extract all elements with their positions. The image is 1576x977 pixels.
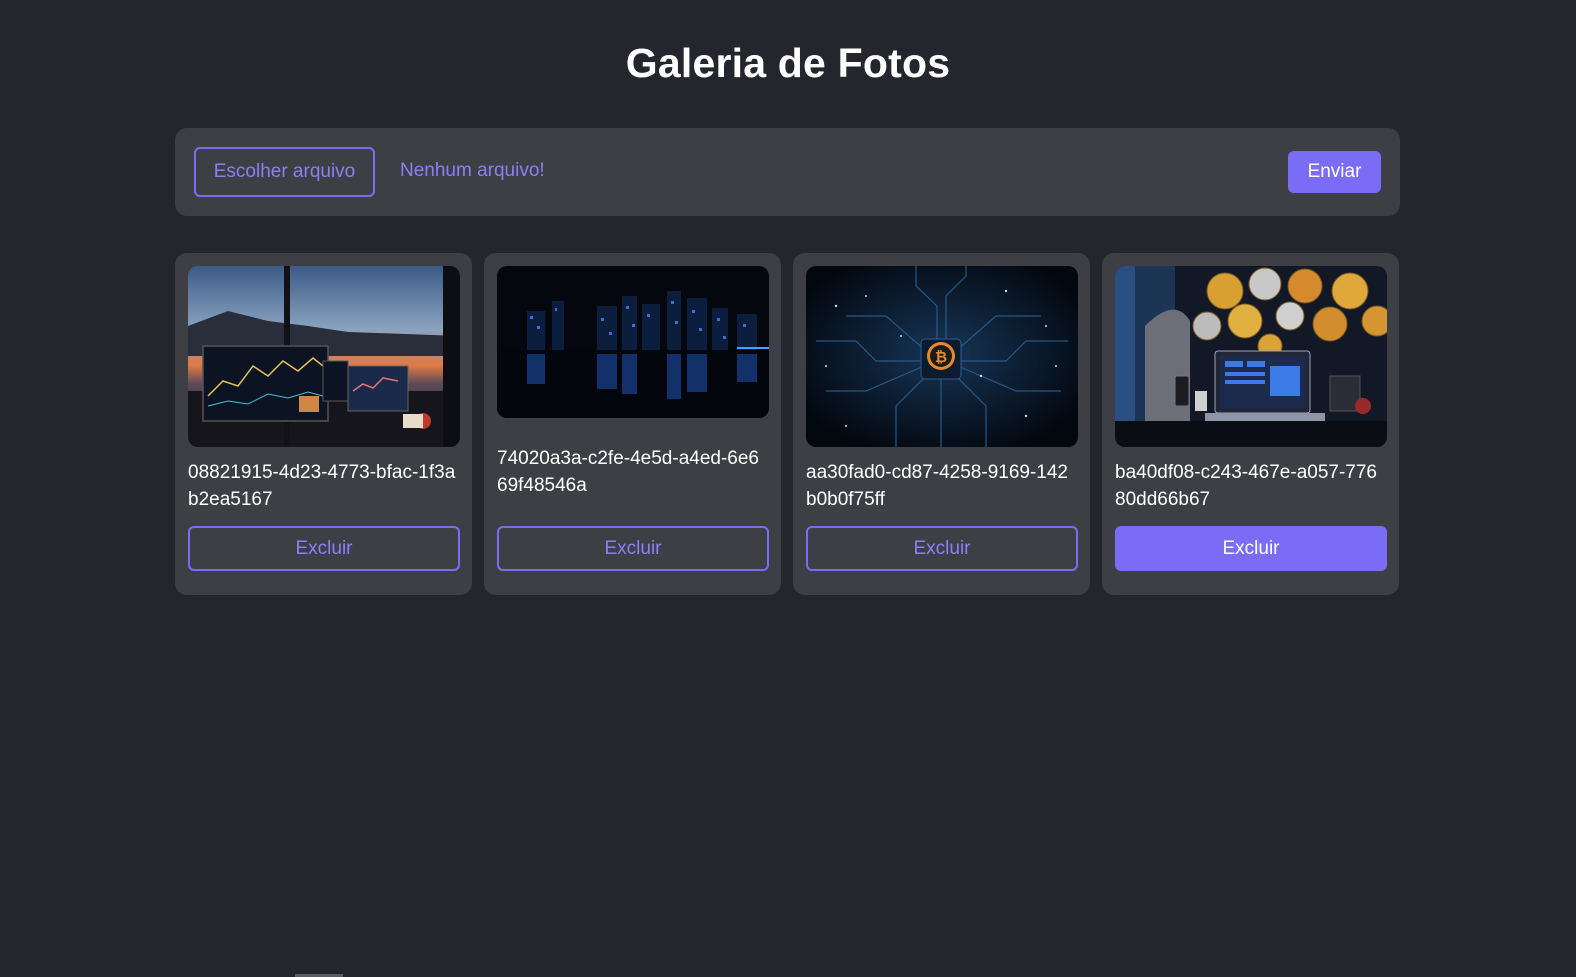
photo-thumbnail xyxy=(497,266,769,418)
svg-text:₿: ₿ xyxy=(935,348,947,366)
file-status-text: Nenhum arquivo! xyxy=(400,160,545,181)
photo-thumbnail: ₿ xyxy=(806,266,1078,447)
photo-caption: ba40df08-c243-467e-a057-77680dd66b67 xyxy=(1115,462,1377,510)
photo-thumbnail xyxy=(1115,266,1387,447)
delete-button[interactable]: Excluir xyxy=(1115,526,1387,571)
photo-gallery: 08821915-4d23-4773-bfac-1f3ab2ea5167 Exc… xyxy=(175,253,1400,595)
choose-file-button[interactable]: Escolher arquivo xyxy=(194,147,375,197)
night-city-skyline-image xyxy=(497,266,769,418)
photo-caption: 74020a3a-c2fe-4e5d-a4ed-6e669f48546a xyxy=(497,448,759,496)
crypto-coins-laptop-image xyxy=(1115,266,1387,447)
photo-card: ba40df08-c243-467e-a057-77680dd66b67 Exc… xyxy=(1102,253,1399,595)
photo-thumbnail xyxy=(188,266,460,447)
photo-card: 74020a3a-c2fe-4e5d-a4ed-6e669f48546a Exc… xyxy=(484,253,781,595)
upload-form: Escolher arquivo Nenhum arquivo! Enviar xyxy=(175,128,1400,216)
bitcoin-circuit-board-image: ₿ xyxy=(806,266,1078,447)
photo-card: 08821915-4d23-4773-bfac-1f3ab2ea5167 Exc… xyxy=(175,253,472,595)
photo-caption: 08821915-4d23-4773-bfac-1f3ab2ea5167 xyxy=(188,462,456,510)
photo-card: ₿ aa30fad0-cd87-4258-9169-142b0b0f75ff E… xyxy=(793,253,1090,595)
photo-caption: aa30fad0-cd87-4258-9169-142b0b0f75ff xyxy=(806,462,1068,510)
delete-button[interactable]: Excluir xyxy=(497,526,769,571)
delete-button[interactable]: Excluir xyxy=(806,526,1078,571)
send-button[interactable]: Enviar xyxy=(1288,151,1381,193)
trading-desk-sunset-image xyxy=(188,266,460,447)
delete-button[interactable]: Excluir xyxy=(188,526,460,571)
page-title: Galeria de Fotos xyxy=(625,40,951,86)
